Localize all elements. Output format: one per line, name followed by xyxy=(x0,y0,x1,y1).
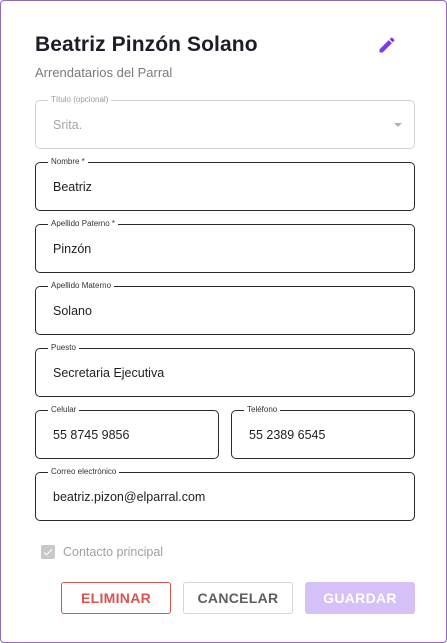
position-field[interactable]: Puesto Secretaria Ejecutiva xyxy=(35,343,415,397)
mobile-field[interactable]: Celular 55 8745 9856 xyxy=(35,405,219,459)
title-select-value: Srita. xyxy=(53,117,83,132)
position-value: Secretaria Ejecutiva xyxy=(53,365,165,380)
paternal-surname-value: Pinzón xyxy=(53,241,92,256)
phone-value: 55 2389 6545 xyxy=(249,427,326,442)
dialog-subtitle: Arrendatarios del Parral xyxy=(35,65,173,80)
dialog-title: Beatriz Pinzón Solano xyxy=(35,33,258,56)
maternal-surname-field[interactable]: Apellido Materno Solano xyxy=(35,281,415,335)
title-select[interactable]: Título (opcional) Srita. xyxy=(35,95,415,149)
paternal-surname-field[interactable]: Apellido Paterno * Pinzón xyxy=(35,219,415,273)
email-value: beatriz.pizon@elparral.com xyxy=(53,489,206,504)
pencil-icon xyxy=(379,37,395,53)
delete-button[interactable]: ELIMINAR xyxy=(61,582,171,614)
phone-field[interactable]: Teléfono 55 2389 6545 xyxy=(231,405,415,459)
maternal-surname-value: Solano xyxy=(53,303,92,318)
first-name-value: Beatriz xyxy=(53,179,92,194)
email-field[interactable]: Correo electrónico beatriz.pizon@elparra… xyxy=(35,467,415,521)
caret-down-icon xyxy=(394,123,402,127)
mobile-value: 55 8745 9856 xyxy=(53,427,130,442)
primary-contact-label: Contacto principal xyxy=(63,545,164,559)
save-button[interactable]: GUARDAR xyxy=(305,582,415,614)
primary-contact-checkbox[interactable]: Contacto principal xyxy=(41,545,163,559)
edit-button[interactable] xyxy=(375,33,399,57)
cancel-button[interactable]: CANCELAR xyxy=(183,582,293,614)
contact-dialog: Beatriz Pinzón Solano Arrendatarios del … xyxy=(0,0,447,643)
first-name-field[interactable]: Nombre * Beatriz xyxy=(35,157,415,211)
checkbox-checked-icon xyxy=(41,545,55,559)
